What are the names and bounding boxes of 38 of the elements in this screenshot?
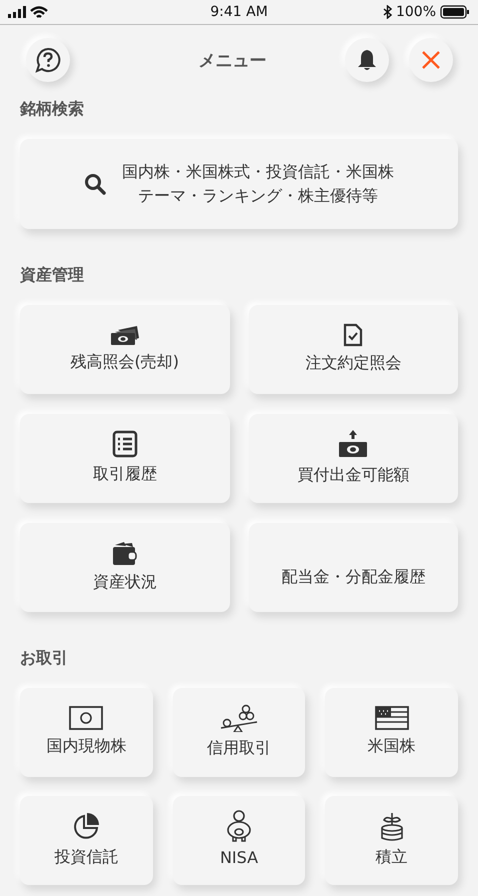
section-heading: 銘柄検索 xyxy=(20,98,85,120)
menu-tile[interactable]: 資産状況 xyxy=(20,523,230,612)
document-check-icon xyxy=(343,322,364,346)
clock-time: 9:41 AM xyxy=(210,4,268,20)
wifi-icon xyxy=(30,6,48,18)
help-bubble-icon xyxy=(35,47,61,73)
section-heading: 資産管理 xyxy=(20,264,85,286)
battery-icon xyxy=(440,5,470,19)
menu-tile[interactable]: 残高照会(売却) xyxy=(20,305,230,394)
menu-tile[interactable]: 国内現物株 xyxy=(20,688,153,777)
coins-on-scale-icon xyxy=(218,704,259,732)
menu-tile[interactable]: 配当金・分配金履歴 xyxy=(248,523,458,612)
battery-percentage: 100% xyxy=(396,4,436,20)
flag-icon xyxy=(69,706,104,730)
menu-tile[interactable]: 注文約定照会 xyxy=(248,305,458,394)
striped-flag-icon xyxy=(374,706,409,730)
pie-chart-icon xyxy=(71,810,102,840)
banknotes-icon xyxy=(110,324,140,346)
menu-tile[interactable]: 信用取引 xyxy=(172,688,306,777)
close-icon xyxy=(421,50,441,70)
bluetooth-icon xyxy=(382,5,392,19)
sprout-coins-icon xyxy=(380,810,404,840)
menu-tile[interactable]: 買付出金可能額 xyxy=(248,414,458,503)
search-button[interactable]: 国内株・米国株式・投資信託・米国株 テーマ・ランキング・株主優待等 xyxy=(20,139,458,229)
wallet-icon xyxy=(112,540,138,566)
page-title: メニュー xyxy=(198,50,268,72)
banknote-up-arrow-icon xyxy=(338,428,368,458)
menu-tile[interactable]: NISA xyxy=(172,796,306,885)
menu-tile[interactable]: 積立 xyxy=(325,796,458,885)
menu-tile[interactable]: 取引履歴 xyxy=(20,414,230,503)
menu-tile[interactable]: 米国株 xyxy=(325,688,458,777)
signal-icon xyxy=(8,6,26,18)
search-icon xyxy=(84,173,106,195)
menu-tile[interactable]: 投資信託 xyxy=(20,796,153,885)
list-icon xyxy=(112,430,138,458)
piggy-bank-icon xyxy=(224,810,253,842)
bell-icon xyxy=(357,48,377,72)
section-heading: お取引 xyxy=(20,647,69,669)
